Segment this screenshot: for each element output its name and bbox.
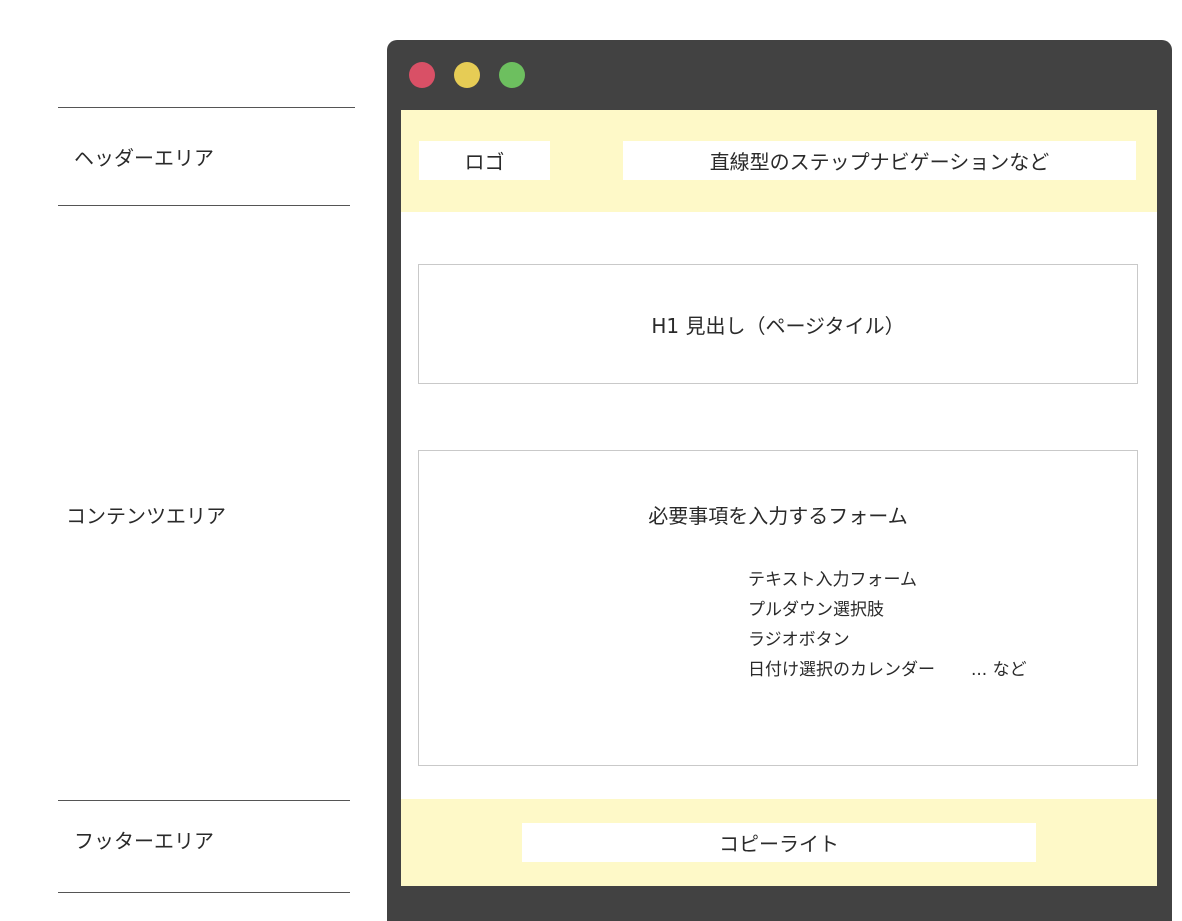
header-area-label: ヘッダーエリア: [74, 146, 214, 170]
browser-window: ロゴ 直線型のステップナビゲーションなど H1 見出し（ページタイル） 必要事項…: [387, 40, 1172, 921]
form-item-list: テキスト入力フォーム プルダウン選択肢 ラジオボタン 日付け選択のカレンダー: [748, 565, 935, 685]
page-viewport: ロゴ 直線型のステップナビゲーションなど H1 見出し（ページタイル） 必要事項…: [401, 110, 1157, 886]
footer-top-rule: [58, 800, 350, 801]
form-item: テキスト入力フォーム: [748, 570, 917, 590]
form-item: ラジオボタン: [748, 630, 850, 650]
header-bottom-rule: [58, 205, 350, 206]
form-items-etc: ... など: [971, 660, 1027, 680]
step-navigation[interactable]: 直線型のステップナビゲーションなど: [623, 141, 1136, 180]
footer-area-label: フッターエリア: [74, 829, 214, 853]
maximize-button[interactable]: [499, 62, 525, 88]
page-title: H1 見出し（ページタイル）: [418, 264, 1138, 384]
input-form: 必要事項を入力するフォーム テキスト入力フォーム プルダウン選択肢 ラジオボタン…: [418, 450, 1138, 766]
content-area-label: コンテンツエリア: [66, 504, 226, 528]
form-title: 必要事項を入力するフォーム: [648, 504, 908, 528]
minimize-button[interactable]: [454, 62, 480, 88]
header-top-rule: [58, 107, 355, 108]
header-area: ロゴ 直線型のステップナビゲーションなど: [401, 110, 1157, 212]
footer-bottom-rule: [58, 892, 350, 893]
footer-area: コピーライト: [401, 799, 1157, 886]
logo[interactable]: ロゴ: [419, 141, 550, 180]
close-button[interactable]: [409, 62, 435, 88]
form-item: 日付け選択のカレンダー: [748, 660, 935, 680]
form-item: プルダウン選択肢: [748, 600, 884, 620]
copyright: コピーライト: [522, 823, 1036, 862]
